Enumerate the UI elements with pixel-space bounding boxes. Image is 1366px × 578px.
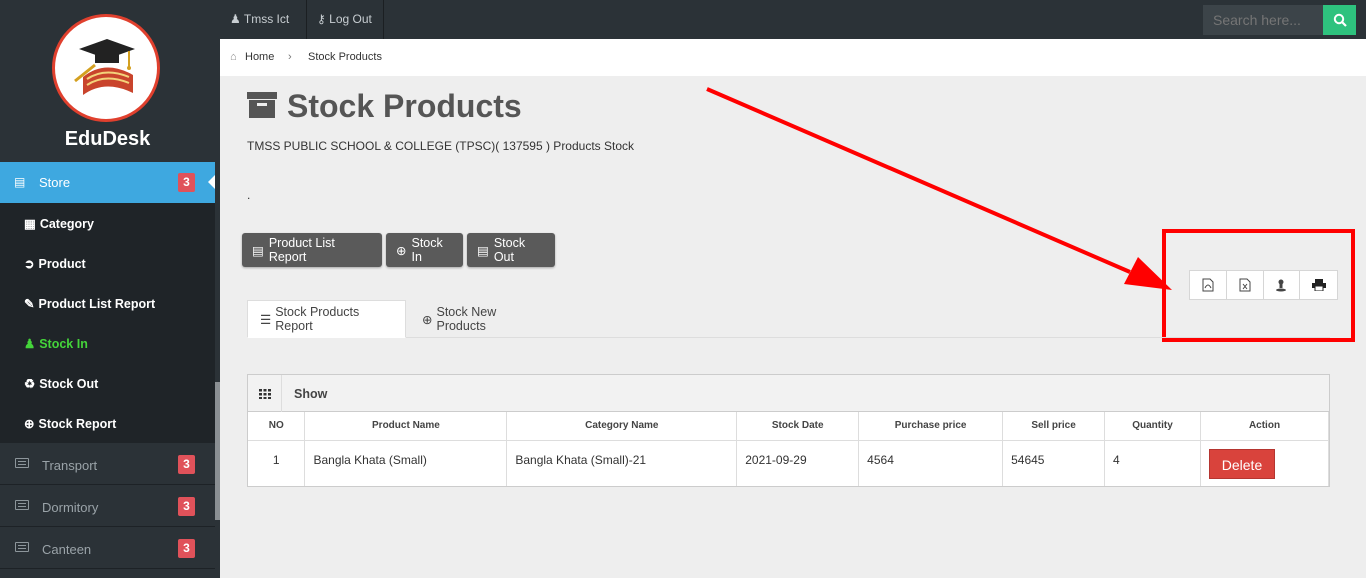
page-title: Stock Products	[287, 88, 522, 124]
product-list-report-button[interactable]: ▤ Product List Report	[242, 233, 382, 267]
stock-out-button[interactable]: ▤ Stock Out	[467, 233, 555, 267]
sidebar-item-store[interactable]: ▤ Store 3	[0, 162, 215, 203]
sidebar-item-label: Transport	[42, 458, 98, 473]
tab-stock-products-report[interactable]: ☰ Stock Products Report	[247, 300, 406, 338]
home-icon: ⌂	[230, 51, 237, 63]
product-icon: ➲	[24, 257, 35, 271]
logout-link[interactable]: ⚷ Log Out	[307, 0, 384, 39]
list-icon: ☰	[260, 312, 272, 327]
column-header[interactable]: NO	[248, 412, 306, 441]
sidebar-item-label: Product List Report	[38, 296, 156, 311]
active-pointer	[208, 175, 215, 189]
book-icon: ▤	[14, 175, 26, 189]
button-label: Product List Report	[268, 236, 335, 264]
user-menu[interactable]: ♟ Tmss Ict ▾	[220, 0, 307, 65]
plus-circle-icon: ⊕	[396, 243, 407, 258]
plus-circle-icon: ⊕	[24, 417, 35, 431]
tab-label: Stock Products Report	[275, 305, 360, 333]
cell-quantity: 4	[1104, 440, 1201, 486]
sidebar-item-canteen[interactable]: Canteen 3	[0, 528, 215, 569]
column-header[interactable]: Product Name	[304, 412, 508, 441]
stock-in-button[interactable]: ⊕ Stock In	[386, 233, 463, 267]
cell-no: 1	[248, 440, 306, 486]
column-toggle-button[interactable]	[248, 375, 282, 412]
dormitory-badge: 3	[178, 497, 195, 516]
list-icon: ▤	[477, 243, 489, 258]
user-plus-icon: ♟	[24, 337, 36, 351]
store-badge: 3	[178, 173, 195, 192]
annotation-box	[1162, 229, 1355, 342]
tab-stock-new-products[interactable]: ⊕ Stock New Products	[410, 300, 560, 338]
sidebar-item-stock-report[interactable]: ⊕ Stock Report	[0, 403, 215, 443]
cell-purchase-price: 4564	[858, 440, 1004, 486]
sidebar: EduDesk ▤ Store 3 ▦ Category ➲ Product ✎ Pr…	[0, 0, 220, 578]
sidebar-item-label: Category	[39, 216, 94, 231]
sidebar-item-label: Stock In	[39, 336, 88, 351]
cell-stock-date: 2021-09-29	[736, 440, 860, 486]
column-header[interactable]: Action	[1200, 412, 1329, 441]
sidebar-item-dormitory[interactable]: Dormitory 3	[0, 486, 215, 527]
grid-icon	[258, 388, 271, 399]
page-subtitle: TMSS PUBLIC SCHOOL & COLLEGE (TPSC)( 137…	[247, 139, 635, 153]
cell-sell-price: 54645	[1002, 440, 1106, 486]
breadcrumb-home[interactable]: Home	[245, 51, 274, 63]
brand-name: EduDesk	[64, 128, 151, 150]
sidebar-item-label: Canteen	[42, 542, 92, 557]
cell-category-name: Bangla Khata (Small)-21	[506, 440, 738, 486]
sidebar-item-product[interactable]: ➲ Product	[0, 243, 215, 283]
page-dot: .	[247, 188, 251, 202]
column-header[interactable]: Stock Date	[736, 412, 860, 441]
button-label: Stock Out	[493, 236, 526, 264]
sidebar-item-label: Stock Report	[38, 416, 117, 431]
tab-label: Stock New Products	[436, 305, 497, 333]
archive-icon	[247, 92, 277, 118]
sidebar-item-stock-in[interactable]: ♟ Stock In	[0, 323, 215, 363]
sidebar-item-label: Store	[39, 175, 71, 190]
logo	[52, 14, 160, 122]
user-icon: ♟	[230, 12, 241, 26]
canteen-badge: 3	[178, 539, 195, 558]
sidebar-scrollbar[interactable]	[215, 382, 220, 520]
key-icon: ⚷	[317, 12, 326, 26]
stock-table-panel: Show NO Product Name Category Name Stock…	[247, 374, 1330, 487]
report-edit-icon: ✎	[24, 297, 35, 311]
card-icon	[15, 500, 29, 510]
sidebar-item-stock-out[interactable]: ♻ Stock Out	[0, 363, 215, 403]
grid-icon: ▦	[24, 217, 36, 231]
transport-badge: 3	[178, 455, 195, 474]
chevron-right-icon: ›	[288, 51, 292, 63]
card-icon	[15, 542, 29, 552]
search-input[interactable]	[1203, 5, 1323, 35]
column-header[interactable]: Quantity	[1104, 412, 1201, 441]
breadcrumb: ⌂ Home › Stock Products	[220, 39, 1366, 76]
search-icon	[1333, 13, 1347, 27]
sidebar-item-product-list-report[interactable]: ✎ Product List Report	[0, 283, 215, 323]
table-row: 1 Bangla Khata (Small) Bangla Khata (Sma…	[248, 440, 1329, 486]
list-icon: ▤	[252, 243, 264, 258]
show-label[interactable]: Show	[294, 387, 327, 401]
user-name: Tmss Ict	[243, 12, 290, 26]
delete-button[interactable]: Delete	[1209, 448, 1275, 479]
column-header[interactable]: Purchase price	[858, 412, 1004, 441]
stock-table: NO Product Name Category Name Stock Date…	[248, 412, 1329, 486]
sidebar-item-label: Stock Out	[39, 376, 99, 391]
sidebar-item-label: Dormitory	[42, 500, 99, 515]
cell-action: Delete	[1200, 440, 1329, 486]
breadcrumb-current: Stock Products	[308, 51, 382, 63]
recycle-icon: ♻	[24, 377, 36, 391]
cell-product-name: Bangla Khata (Small)	[304, 440, 508, 486]
sidebar-item-transport[interactable]: Transport 3	[0, 444, 215, 485]
column-header[interactable]: Sell price	[1002, 412, 1106, 441]
topbar: ♟ Tmss Ict ▾ ⚷ Log Out	[220, 0, 1366, 65]
column-header[interactable]: Category Name	[506, 412, 738, 441]
card-icon	[15, 458, 29, 468]
sidebar-item-label: Product	[38, 256, 86, 271]
button-label: Stock In	[411, 236, 443, 264]
logout-label: Log Out	[329, 12, 372, 26]
table-toolbar: Show	[248, 375, 1329, 412]
table-header-row: NO Product Name Category Name Stock Date…	[248, 412, 1329, 441]
plus-circle-icon: ⊕	[422, 312, 433, 327]
sidebar-item-category[interactable]: ▦ Category	[0, 203, 215, 243]
search-button[interactable]	[1323, 5, 1356, 35]
